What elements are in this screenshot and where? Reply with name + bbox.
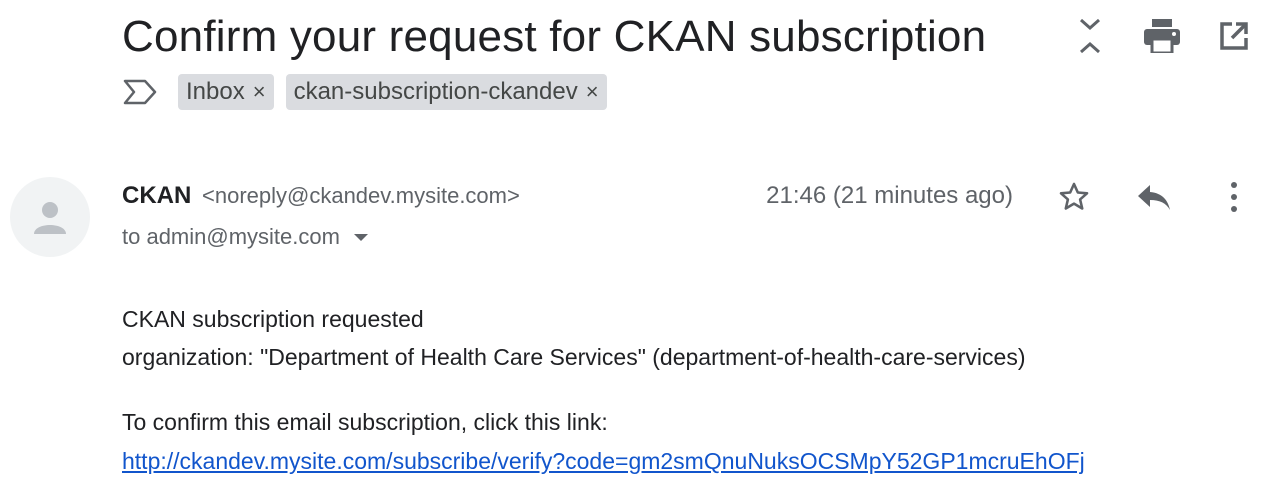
labels-row: Inbox × ckan-subscription-ckandev ×: [122, 74, 619, 110]
sender-avatar[interactable]: [10, 177, 90, 257]
more-vert-icon: [1231, 182, 1237, 212]
print-button[interactable]: [1142, 16, 1182, 56]
verify-subscription-link[interactable]: http://ckandev.mysite.com/subscribe/veri…: [122, 448, 1085, 474]
expand-collapse-button[interactable]: [1070, 16, 1110, 56]
chevron-down-icon[interactable]: [353, 233, 368, 241]
label-name: Inbox: [186, 78, 245, 105]
remove-label-icon[interactable]: ×: [253, 79, 266, 105]
recipient-text: to admin@mysite.com: [122, 224, 340, 249]
body-link-container: http://ckandev.mysite.com/subscribe/veri…: [122, 443, 1085, 479]
sender-email: <noreply@ckandev.mysite.com>: [202, 183, 520, 208]
star-icon: [1059, 182, 1089, 210]
label-name: ckan-subscription-ckandev: [293, 78, 578, 105]
recipient-line[interactable]: to admin@mysite.com: [122, 223, 368, 251]
person-icon: [34, 202, 66, 234]
body-line-instruction: To confirm this email subscription, clic…: [122, 409, 608, 435]
label-chip-inbox[interactable]: Inbox ×: [178, 74, 274, 110]
reply-icon: [1138, 185, 1170, 210]
body-line-title: CKAN subscription requested: [122, 306, 424, 332]
sender-line: CKAN <noreply@ckandev.mysite.com>: [122, 181, 520, 211]
star-button[interactable]: [1054, 177, 1094, 217]
sender-name[interactable]: CKAN: [122, 182, 191, 209]
more-options-button[interactable]: [1214, 177, 1254, 217]
open-in-new-window-button[interactable]: [1214, 16, 1254, 56]
expand-collapse-icon: [1080, 18, 1100, 54]
reply-button[interactable]: [1134, 177, 1174, 217]
email-timestamp: 21:46 (21 minutes ago): [766, 182, 1013, 209]
body-line-organization: organization: "Department of Health Care…: [122, 344, 1026, 370]
remove-label-icon[interactable]: ×: [586, 79, 599, 105]
open-in-new-window-icon: [1220, 22, 1248, 50]
email-subject: Confirm your request for CKAN subscripti…: [122, 12, 987, 61]
important-marker-icon[interactable]: [122, 78, 158, 106]
print-icon: [1144, 19, 1180, 53]
label-chip-ckan-subscription[interactable]: ckan-subscription-ckandev ×: [285, 74, 607, 110]
